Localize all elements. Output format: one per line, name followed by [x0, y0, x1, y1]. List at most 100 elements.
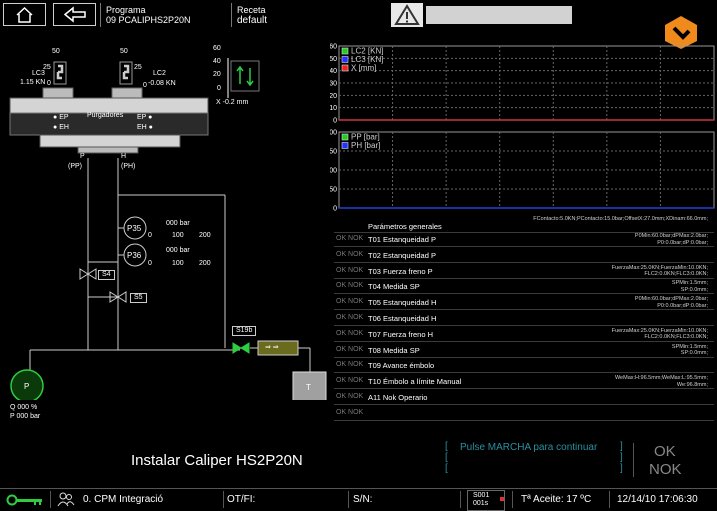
step-code: S001: [473, 492, 490, 499]
sn-label: S/N:: [353, 494, 373, 505]
users-icon[interactable]: [57, 492, 75, 507]
back-button[interactable]: [53, 3, 96, 26]
test-params: WeMax:H:96.5mm;WeMax:L:95.5mm; We:96.8mm…: [614, 375, 708, 388]
back-arrow-icon: [63, 6, 86, 23]
params-general-values: FContacto:5.0KN;PContacto:15.0bar;Offset…: [533, 216, 708, 222]
warning-icon: [394, 4, 420, 25]
test-row[interactable]: OK NOK A11 Nok Operario: [334, 390, 714, 405]
test-name: T01 Estanqueidad P: [368, 235, 436, 244]
eh-left-label: ● EH: [53, 124, 69, 131]
ok-nok-status: OK NOK: [336, 298, 364, 306]
legend-label: X [mm]: [351, 64, 376, 73]
status-bar: 0. CPM Integració OT/FI: S/N: S001 001s …: [0, 488, 717, 511]
p36-tick-0: 0: [148, 260, 152, 267]
x-scale-20: 20: [213, 71, 221, 78]
otfi-label: OT/FI:: [227, 494, 256, 505]
home-button[interactable]: [3, 3, 46, 26]
y-tick-label: 20: [330, 93, 337, 100]
tank-label: T: [306, 383, 311, 392]
x-scale-60: 60: [213, 45, 221, 52]
legend-swatch: [341, 47, 349, 55]
p35-value: 000 bar: [166, 220, 190, 227]
p35-tick-0: 0: [148, 232, 152, 239]
y-tick-label: 0: [333, 206, 337, 213]
divider-3: [348, 491, 349, 508]
x-value: X -0.2 mm: [216, 99, 249, 106]
params-general-label: Parámetros generales: [368, 222, 442, 231]
test-params: SPMin:1.5mm; SP:0.0mm;: [671, 343, 708, 357]
test-name: T08 Medida SP: [368, 345, 420, 355]
ok-nok-status: OK NOK: [336, 250, 364, 258]
legend-swatch: [341, 64, 349, 72]
lc2-value: -0.08 KN: [148, 80, 176, 87]
test-row[interactable]: OK NOK T04 Medida SP SPMin:1.5mm; SP:0.0mm…: [334, 279, 714, 295]
y-tick-label: 50: [330, 187, 337, 194]
lc3-label: LC3: [32, 70, 45, 77]
tests-header: Parámetros generales FContacto:5.0KN;PCo…: [334, 216, 714, 233]
ok-nok-status: OK NOK: [336, 329, 364, 337]
test-params: P0Min:60.0bar;dPMax:2.0bar; P0:0.0bar;dP…: [634, 233, 708, 246]
ep-left-label: ● EP: [53, 114, 69, 121]
p35-tick-100: 100: [172, 232, 184, 239]
test-name: T06 Estanqueidad H: [368, 314, 437, 323]
divider-4: [460, 491, 461, 508]
test-row[interactable]: OK NOK T07 Fuerza freno H FuerzaMax:25.0KN…: [334, 327, 714, 342]
test-row[interactable]: OK NOK T05 Estanqueidad H P0Min:60.0bar;dP…: [334, 295, 714, 311]
warning-indicator[interactable]: [391, 3, 423, 27]
pump-flow: Q 000 %: [10, 404, 38, 411]
ok-nok-status: OK NOK: [336, 393, 364, 400]
eh-right-label: EH ●: [137, 124, 153, 131]
oil-temperature: Tª Aceite: 17 ºC: [521, 494, 592, 505]
status-dot: [500, 497, 504, 501]
divider-5: [512, 491, 513, 508]
lc2-scale-top: 50: [120, 48, 128, 55]
p-port-label: P: [80, 153, 85, 160]
legend-swatch: [341, 56, 349, 63]
caliper-body: [9, 87, 209, 154]
divider-6: [609, 491, 610, 508]
message-field: [426, 6, 572, 24]
y-tick-label: 30: [330, 81, 337, 88]
instruction-text: Instalar Caliper HS2P20N: [131, 452, 303, 469]
test-row[interactable]: OK NOK T08 Medida SP SPMin:1.5mm; SP:0.0mm…: [334, 343, 714, 358]
home-icon: [16, 6, 33, 23]
purgadores-label: Purgadores: [87, 112, 124, 119]
p36-value: 000 bar: [166, 247, 190, 254]
result-nok: NOK: [649, 461, 682, 478]
force-position-chart: 6050403020100LC2 [KN]LC3 [KN]X [mm]: [330, 44, 715, 125]
key-icon[interactable]: [6, 494, 44, 506]
test-row[interactable]: OK NOK T06 Estanqueidad H: [334, 311, 714, 326]
prompt-box: [[[ ]]] Pulse MARCHA para continuar: [442, 441, 632, 475]
programa-value: 09 PCALIPHS2P20N: [106, 15, 191, 25]
ph-label: (PH): [121, 163, 136, 170]
pressure-chart: 200150100500PP [bar]PH [bar]: [330, 130, 715, 213]
result-divider: [633, 443, 634, 477]
test-row[interactable]: OK NOK T03 Fuerza freno P FuerzaMax:25.0KN…: [334, 264, 714, 279]
test-row[interactable]: OK NOK T10 Émbolo a límite Manual WeMax:H:…: [334, 374, 714, 390]
y-tick-label: 40: [330, 68, 337, 75]
p36-tick-200: 200: [199, 260, 211, 267]
y-tick-label: 200: [330, 130, 337, 137]
legend-swatch: [341, 133, 349, 141]
ok-nok-status: OK NOK: [336, 345, 364, 353]
p36-tick-100: 100: [172, 260, 184, 267]
test-name: T04 Medida SP: [368, 282, 420, 292]
lc2-scale-bot: 0: [143, 82, 147, 89]
ok-nok-status: OK NOK: [336, 377, 364, 385]
valve-s19b: [232, 342, 250, 354]
test-name: T09 Avance émbolo: [368, 361, 435, 371]
test-row[interactable]: OK NOK T02 Estanqueidad P: [334, 248, 714, 263]
x-scale-40: 40: [213, 58, 221, 65]
h-port-label: H: [121, 153, 127, 160]
ep-right-label: EP ●: [137, 114, 153, 121]
test-row[interactable]: OK NOK: [334, 406, 714, 421]
test-name: T05 Estanqueidad H: [368, 298, 437, 308]
test-name: T03 Fuerza freno P: [368, 266, 433, 276]
test-row[interactable]: OK NOK T01 Estanqueidad P P0Min:60.0bar;dP…: [334, 232, 714, 247]
test-row[interactable]: OK NOK T09 Avance émbolo: [334, 358, 714, 374]
ok-nok-status: OK NOK: [336, 282, 364, 290]
test-name: T07 Fuerza freno H: [368, 329, 434, 339]
y-tick-label: 150: [330, 149, 337, 156]
user-name: 0. CPM Integració: [83, 494, 164, 505]
date-time: 12/14/10 17:06:30: [617, 494, 698, 505]
